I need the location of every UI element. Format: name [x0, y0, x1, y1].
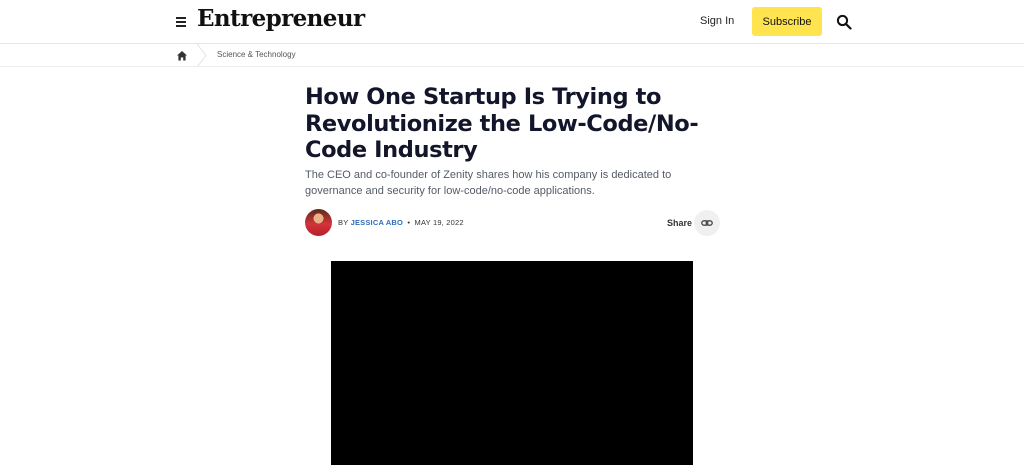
sign-in-link[interactable]: Sign In	[700, 15, 734, 27]
publish-date: MAY 19, 2022	[414, 218, 464, 227]
home-icon[interactable]	[176, 49, 188, 61]
author-avatar[interactable]	[305, 209, 332, 236]
share-label[interactable]: Share	[667, 218, 692, 228]
author-link[interactable]: JESSICA ABO	[351, 218, 404, 227]
by-prefix: BY	[338, 218, 349, 227]
video-player[interactable]	[331, 261, 693, 465]
site-logo[interactable]: Entrepreneur	[197, 5, 365, 32]
search-icon[interactable]	[836, 14, 852, 30]
link-icon[interactable]	[694, 210, 720, 236]
byline: BY JESSICA ABO • MAY 19, 2022 Share	[305, 209, 720, 237]
site-header: Entrepreneur Sign In Subscribe	[0, 0, 1024, 44]
byline-separator: •	[407, 218, 411, 227]
hamburger-menu-icon[interactable]	[174, 14, 188, 28]
byline-text: BY JESSICA ABO • MAY 19, 2022	[338, 218, 464, 227]
article-subtitle: The CEO and co-founder of Zenity shares …	[305, 169, 672, 197]
breadcrumb-separator	[196, 43, 208, 68]
article-title: How One Startup Is Trying to Revolutioni…	[305, 84, 699, 163]
subscribe-button[interactable]: Subscribe	[752, 7, 822, 36]
breadcrumb: Science & Technology	[0, 43, 1024, 68]
breadcrumb-category[interactable]: Science & Technology	[217, 50, 296, 59]
